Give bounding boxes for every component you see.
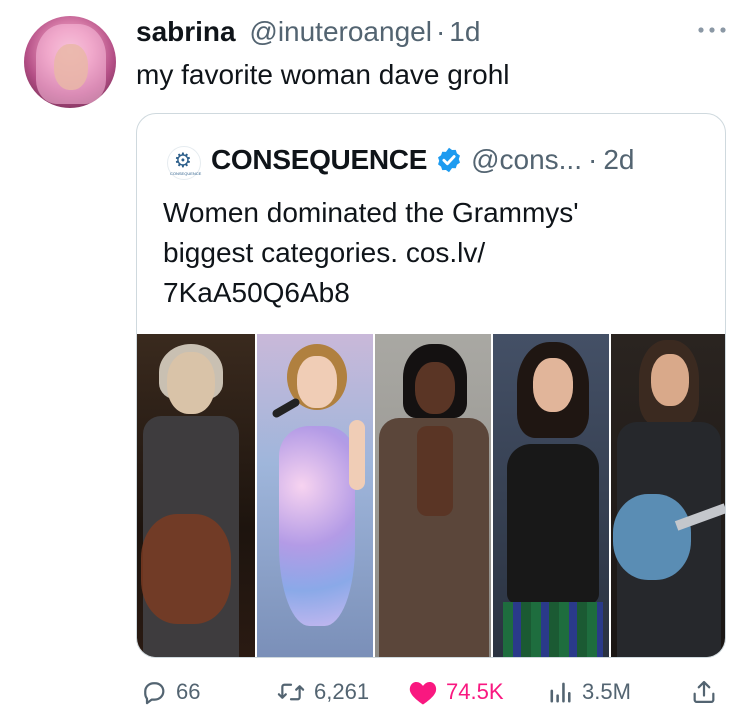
photo-panel-mesh-top — [491, 334, 609, 657]
action-bar: 66 6,261 74.5K 3.5M — [0, 668, 750, 714]
repost-icon — [277, 683, 305, 701]
tweet-header: sabrina @inuteroangel · 1d — [136, 14, 480, 50]
views-chart-icon — [550, 682, 571, 703]
like-count: 74.5K — [446, 679, 504, 704]
repost-count: 6,261 — [314, 679, 370, 704]
photo-panel-singer — [255, 334, 373, 657]
views-count: 3.5M — [582, 679, 631, 704]
quoted-avatar[interactable]: ⚙ CONSEQUENCE — [167, 146, 201, 180]
header-separator: · — [435, 16, 446, 47]
reply-count: 66 — [176, 679, 201, 704]
heart-icon — [409, 682, 437, 705]
gear-logo-icon: ⚙ — [174, 150, 192, 172]
more-options-icon[interactable] — [695, 20, 729, 40]
like-button[interactable]: 74.5K — [408, 678, 504, 706]
author-handle[interactable]: @inuteroangel — [249, 16, 432, 47]
tweet-timestamp[interactable]: 1d — [449, 16, 480, 47]
quoted-text-line: Women dominated the Grammys' — [163, 197, 579, 228]
quoted-author-name[interactable]: CONSEQUENCE — [211, 140, 427, 180]
quoted-text: Women dominated the Grammys' biggest cat… — [163, 193, 683, 313]
repost-button[interactable]: 6,261 — [276, 678, 369, 706]
share-button[interactable] — [690, 678, 718, 706]
reply-icon — [144, 682, 165, 705]
quoted-header: CONSEQUENCE @cons... · 2d — [211, 140, 634, 180]
quoted-avatar-caption: CONSEQUENCE — [170, 171, 202, 176]
reply-button[interactable]: 66 — [140, 678, 200, 706]
photo-panel-guitarist — [137, 334, 255, 657]
quoted-tweet-card[interactable]: ⚙ CONSEQUENCE CONSEQUENCE @cons... · 2d … — [136, 113, 726, 658]
tweet-text: my favorite woman dave grohl — [136, 59, 510, 90]
verified-badge-icon — [438, 147, 461, 173]
author-name[interactable]: sabrina — [136, 16, 236, 47]
photo-panel-suit — [373, 334, 491, 657]
quoted-text-line[interactable]: 7KaA50Q6Ab8 — [163, 273, 683, 313]
quoted-text-line[interactable]: biggest categories. cos.lv/ — [163, 233, 683, 273]
photo-panel-rock-guitarist — [609, 334, 725, 657]
share-icon — [693, 680, 715, 704]
quoted-media-image[interactable] — [137, 334, 725, 657]
quoted-separator: · — [587, 144, 598, 175]
quoted-timestamp[interactable]: 2d — [603, 140, 634, 180]
author-avatar[interactable] — [24, 16, 116, 108]
quoted-handle[interactable]: @cons... — [471, 140, 582, 180]
views-button[interactable]: 3.5M — [548, 678, 631, 706]
avatar-face — [54, 44, 88, 90]
